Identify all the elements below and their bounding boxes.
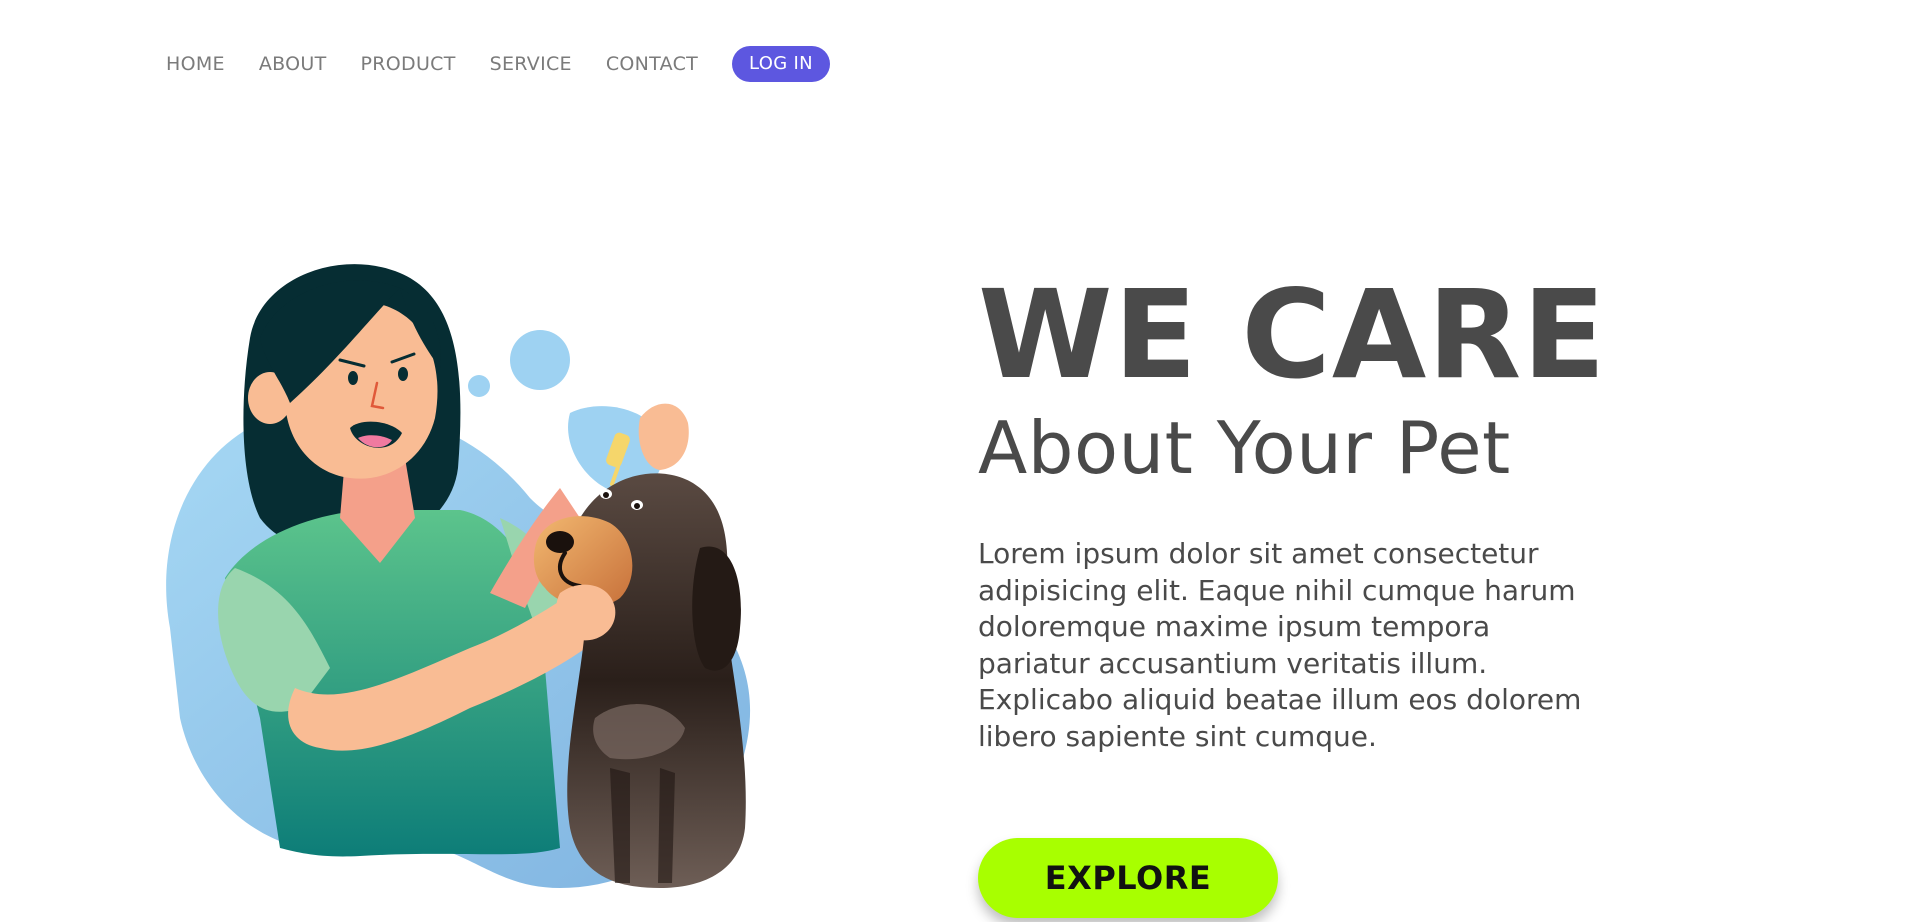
explore-button[interactable]: EXPLORE [978, 838, 1278, 918]
login-button[interactable]: LOG IN [732, 46, 830, 82]
nav-link-contact[interactable]: CONTACT [606, 53, 698, 75]
hero-body-text: Lorem ipsum dolor sit amet consectetur a… [978, 537, 1582, 753]
pet-care-illustration [140, 248, 880, 908]
hero-headline: WE CARE [978, 264, 1607, 406]
nav-link-home[interactable]: HOME [166, 53, 225, 75]
hero-subheadline: About Your Pet [978, 406, 1511, 490]
landing-page: HOME ABOUT PRODUCT SERVICE CONTACT LOG I… [0, 0, 1907, 922]
nav-link-service[interactable]: SERVICE [490, 53, 572, 75]
top-nav: HOME ABOUT PRODUCT SERVICE CONTACT LOG I… [166, 45, 830, 83]
hero-section: WE CARE About Your Pet Lorem ipsum dolor… [978, 270, 1678, 755]
nav-link-about[interactable]: ABOUT [259, 53, 327, 75]
nav-link-product[interactable]: PRODUCT [361, 53, 456, 75]
woman-dog-illustration-icon [166, 264, 751, 888]
